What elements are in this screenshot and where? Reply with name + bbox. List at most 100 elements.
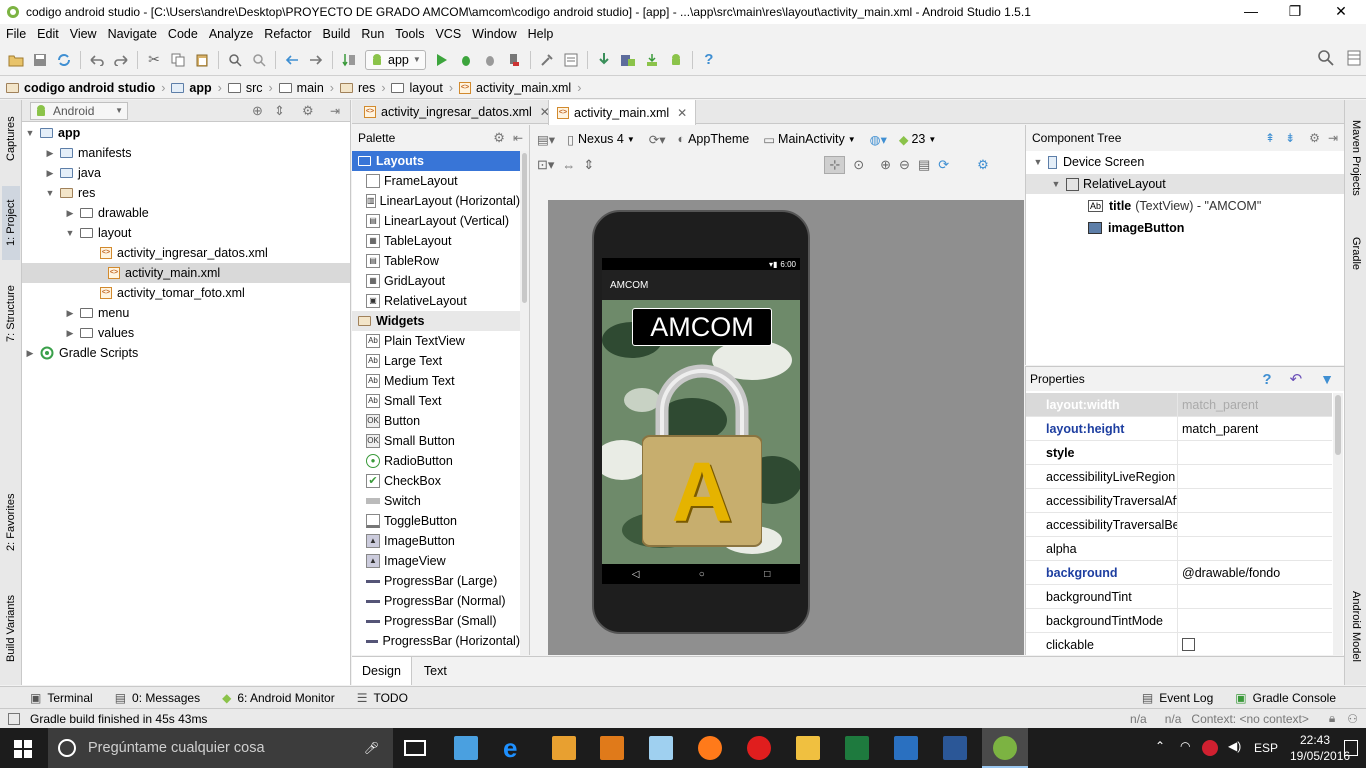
tray-app-icon[interactable] <box>1202 740 1218 756</box>
save-icon[interactable] <box>30 50 50 70</box>
menu-run[interactable]: Run <box>361 27 384 41</box>
activity-select[interactable]: ▭ MainActivity ▼ <box>763 132 855 147</box>
file-explorer-icon[interactable] <box>796 736 820 760</box>
breadcrumb-project[interactable]: codigo android studio › <box>6 81 165 95</box>
breadcrumb-res[interactable]: res › <box>339 81 385 95</box>
replace-icon[interactable] <box>249 50 269 70</box>
firefox-icon[interactable] <box>698 736 722 760</box>
tree-relative-layout[interactable]: ▼ RelativeLayout <box>1026 174 1344 194</box>
tab-captures[interactable]: Captures <box>2 104 20 174</box>
forward-icon[interactable] <box>306 50 326 70</box>
status-context[interactable]: Context: <no context> <box>1191 712 1308 726</box>
menu-code[interactable]: Code <box>168 27 198 41</box>
store-icon[interactable] <box>552 736 576 760</box>
tool-messages[interactable]: ▤ 0: Messages <box>115 691 200 705</box>
breadcrumb-app[interactable]: app › <box>171 81 222 95</box>
zoom-to-fit-icon[interactable]: ⊡▾ <box>537 157 554 173</box>
menu-navigate[interactable]: Navigate <box>108 27 157 41</box>
lock-icon[interactable]: 🔒︎ <box>1329 711 1335 726</box>
palette-item[interactable]: ✔ CheckBox <box>352 471 520 491</box>
breadcrumb-src[interactable]: src › <box>227 81 273 95</box>
zoom-in-icon[interactable]: ⊕ <box>880 157 891 173</box>
palette-item[interactable]: Ab Small Text <box>352 391 520 411</box>
palette-scrollbar[interactable] <box>520 151 529 655</box>
close-button[interactable]: ✕ <box>1318 0 1364 24</box>
panel-toggle-icon[interactable] <box>8 712 20 725</box>
palette-item[interactable]: ▲ ImageView <box>352 551 520 571</box>
menu-view[interactable]: View <box>70 27 97 41</box>
property-row[interactable]: clickable <box>1026 633 1332 657</box>
sublime-icon[interactable] <box>600 736 624 760</box>
clock[interactable]: 22:43 19/05/2016 <box>1290 732 1350 764</box>
fit-height-icon[interactable]: ⇕ <box>583 157 594 173</box>
language-indicator[interactable]: ESP <box>1254 741 1278 755</box>
palette-item[interactable]: ProgressBar (Normal) <box>352 591 520 611</box>
palette-item[interactable]: ● RadioButton <box>352 451 520 471</box>
undo-icon[interactable] <box>87 50 107 70</box>
stop-icon[interactable] <box>504 50 524 70</box>
sync-gradle-icon[interactable] <box>594 50 614 70</box>
palette-item[interactable]: Ab Plain TextView <box>352 331 520 351</box>
palette-item[interactable]: FrameLayout <box>352 171 520 191</box>
menu-file[interactable]: File <box>6 27 26 41</box>
microphone-icon[interactable]: 🎤︎ <box>364 741 379 755</box>
gear-icon[interactable]: ⚙ <box>493 130 505 146</box>
locale-icon[interactable]: ◍▾ <box>870 132 887 147</box>
breadcrumb-layout[interactable]: layout › <box>391 81 453 95</box>
explorer-app-icon[interactable] <box>454 736 478 760</box>
breadcrumb-file[interactable]: <> activity_main.xml › <box>459 81 581 95</box>
tool-event-log[interactable]: ▤ Event Log <box>1142 691 1213 705</box>
orientation-icon[interactable]: ⟳▾ <box>649 132 666 147</box>
tree-activity-ingresar-datos[interactable]: <> activity_ingresar_datos.xml <box>100 243 268 263</box>
menu-refactor[interactable]: Refactor <box>264 27 311 41</box>
tree-gradle-scripts[interactable]: ▶ Gradle Scripts <box>24 343 139 363</box>
palette-item[interactable]: OK Small Button <box>352 431 520 451</box>
menu-help[interactable]: Help <box>528 27 554 41</box>
cut-icon[interactable]: ✂ <box>144 50 164 70</box>
open-icon[interactable] <box>6 50 26 70</box>
breadcrumb-main[interactable]: main › <box>278 81 334 95</box>
tree-manifests[interactable]: ▶ manifests <box>44 143 132 163</box>
tab-activity-ingresar-datos[interactable]: <> activity_ingresar_datos.xml ✕ <box>356 100 558 124</box>
property-row[interactable]: backgroundTintMode <box>1026 609 1332 633</box>
property-row[interactable]: background @drawable/fondo <box>1026 561 1332 585</box>
project-structure-icon[interactable] <box>537 50 557 70</box>
palette-category-layouts[interactable]: Layouts <box>352 151 520 171</box>
tree-image-button[interactable]: imageButton <box>1088 218 1184 238</box>
help-icon[interactable]: ? <box>699 50 719 70</box>
minimize-button[interactable]: — <box>1228 0 1274 24</box>
run-config-select[interactable]: app ▼ <box>365 49 426 70</box>
tab-favorites[interactable]: 2: Favorites <box>2 482 20 562</box>
tab-activity-main[interactable]: <> activity_main.xml ✕ <box>548 100 697 125</box>
collapse-all-icon[interactable]: ⇟ <box>1285 131 1295 145</box>
gear-icon[interactable]: ⚙ <box>302 103 314 119</box>
palette-item[interactable]: Ab Medium Text <box>352 371 520 391</box>
palette-item[interactable]: ▦ GridLayout <box>352 271 520 291</box>
tree-menu[interactable]: ▶ menu <box>64 303 130 323</box>
android-studio-taskbar-icon[interactable] <box>982 728 1028 768</box>
clickable-checkbox[interactable] <box>1182 638 1195 651</box>
file-config-icon[interactable]: ▤▾ <box>537 132 555 147</box>
restore-default-icon[interactable]: ↶ <box>1290 370 1303 388</box>
palette-item[interactable]: ProgressBar (Large) <box>352 571 520 591</box>
search-everywhere-icon[interactable] <box>1318 50 1334 69</box>
tool-android-monitor[interactable]: ◆ 6: Android Monitor <box>222 691 335 705</box>
tree-java[interactable]: ▶ java <box>44 163 101 183</box>
palette-item[interactable]: ▲ ImageButton <box>352 531 520 551</box>
task-view-icon[interactable] <box>404 740 426 756</box>
title-textview[interactable]: AMCOM <box>632 308 772 346</box>
padlock-image-button[interactable]: A <box>641 356 763 556</box>
tab-project[interactable]: 1: Project <box>2 186 20 260</box>
property-row[interactable]: backgroundTint <box>1026 585 1332 609</box>
api-select[interactable]: ◆ 23 ▼ <box>899 132 936 147</box>
tab-maven-projects[interactable]: Maven Projects <box>1347 108 1365 208</box>
preview-icon[interactable]: ▤ <box>918 157 930 173</box>
palette-item[interactable]: ▦ TableLayout <box>352 231 520 251</box>
sync-icon[interactable] <box>54 50 74 70</box>
avd-manager-icon[interactable] <box>618 50 638 70</box>
tool-todo[interactable]: ☰ TODO <box>357 691 408 705</box>
actual-size-icon[interactable]: ⊙ <box>853 157 864 173</box>
hide-panel-icon[interactable]: ⇥ <box>1328 131 1338 145</box>
property-row[interactable]: style <box>1026 441 1332 465</box>
palette-category-widgets[interactable]: Widgets <box>352 311 520 331</box>
